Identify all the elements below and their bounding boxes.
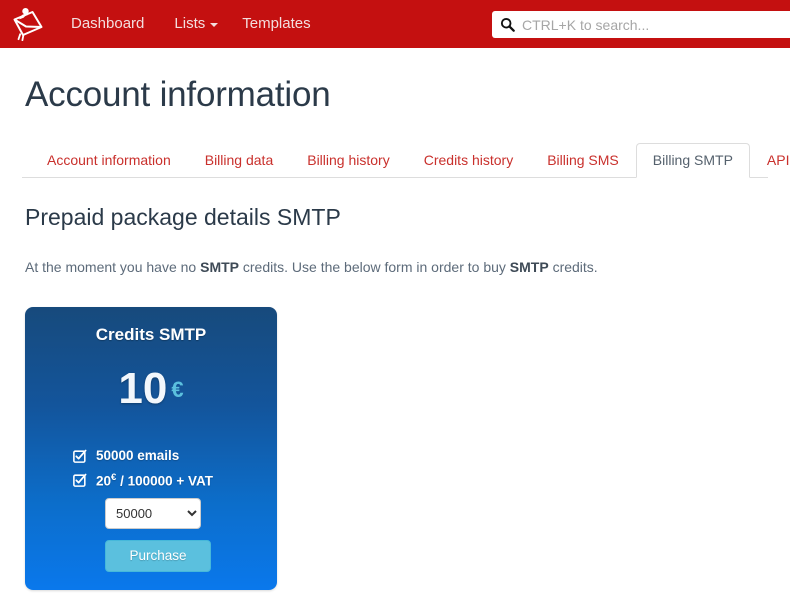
list-item: 20€ / 100000 + VAT [73,472,277,489]
chevron-down-icon [210,23,219,27]
purchase-form: 50000 Purchase [25,497,277,572]
page-title: Account information [25,75,331,114]
intro-bold-1: SMTP [200,259,239,275]
intro-part-1: At the moment you have no [25,259,201,275]
intro-part-2: credits. Use the below form in order to … [239,259,510,275]
nav-link-lists[interactable]: Lists [159,0,227,48]
feature-text-rate: 20€ / 100000 + VAT [96,472,213,489]
credits-smtp-package-card: Credits SMTP 10 € 50000 emails 20€ / 100… [25,307,277,590]
feature-text-emails: 50000 emails [96,448,180,463]
intro-bold-2: SMTP [509,259,549,275]
tab-api[interactable]: API [750,143,790,177]
quantity-select[interactable]: 50000 [105,497,201,529]
nav-link-templates[interactable]: Templates [227,0,325,48]
tab-bar: Account information Billing data Billing… [22,143,790,178]
list-item: 50000 emails [73,448,277,463]
search-icon [500,17,515,32]
tab-billing-sms[interactable]: Billing SMS [530,143,636,177]
feature-rate-amount: 20 [96,473,112,489]
intro-part-3: credits. [548,259,598,275]
tab-billing-smtp[interactable]: Billing SMTP [635,143,750,178]
intro-text: At the moment you have no SMTP credits. … [25,259,768,275]
card-price-currency: € [171,376,184,402]
nav-item-templates[interactable]: Templates [227,0,325,48]
tab-account-information[interactable]: Account information [30,143,188,177]
brand-logo-link[interactable] [0,0,56,48]
nav-link-lists-label: Lists [174,15,206,32]
check-square-icon [73,473,87,488]
nav-item-lists[interactable]: Lists [159,0,227,48]
navbar-links: Dashboard Lists Templates [56,0,326,48]
card-price-amount: 10 [118,364,168,413]
section-title: Prepaid package details SMTP [25,204,341,230]
envelope-logo-icon [10,7,46,41]
check-square-icon [73,449,87,463]
nav-item-dashboard[interactable]: Dashboard [56,0,159,48]
package-card-row: Credits SMTP 10 € 50000 emails 20€ / 100… [22,307,768,590]
tab-billing-data[interactable]: Billing data [188,143,291,177]
card-feature-list: 50000 emails 20€ / 100000 + VAT [25,448,277,489]
top-navbar: Dashboard Lists Templates [0,0,790,48]
feature-rate-suffix: / 100000 + VAT [116,473,214,489]
nav-link-dashboard[interactable]: Dashboard [56,0,159,48]
page-container: Account information Account information … [0,75,790,590]
tab-billing-history[interactable]: Billing history [290,143,406,177]
search-input[interactable] [515,16,790,33]
card-title: Credits SMTP [95,325,207,344]
search-box[interactable] [492,11,790,38]
purchase-button[interactable]: Purchase [105,539,211,572]
card-price: 10 € [25,367,277,411]
tab-credits-history[interactable]: Credits history [407,143,530,177]
